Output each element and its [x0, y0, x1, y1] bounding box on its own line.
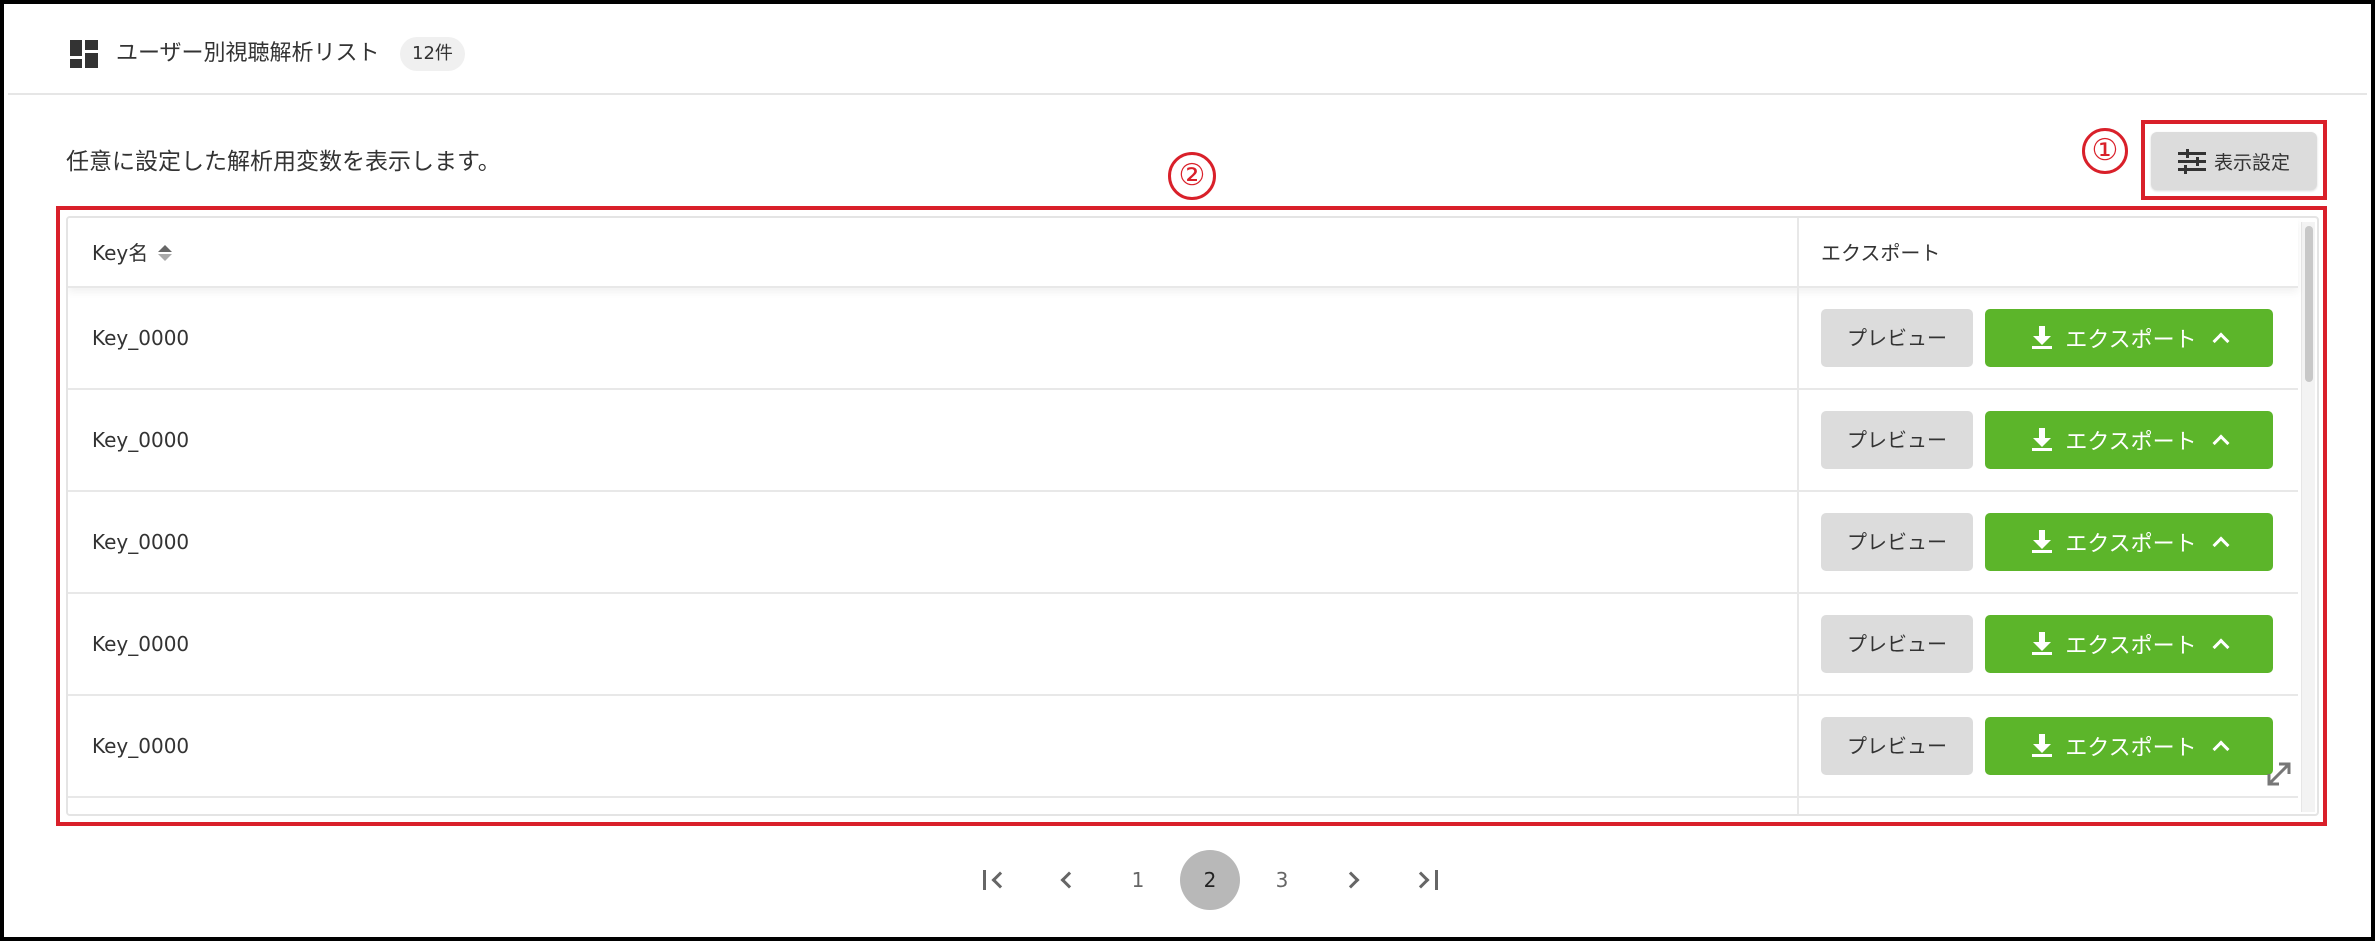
count-badge: 12件 — [400, 37, 465, 71]
annotation-marker-2: ② — [1168, 152, 1216, 200]
column-header-key-label: Key名 — [92, 241, 149, 265]
next-page-button[interactable] — [1324, 850, 1384, 910]
column-header-export: エクスポート — [1821, 241, 1941, 265]
sort-icon[interactable] — [158, 245, 173, 261]
expand-icon[interactable] — [2263, 758, 2295, 790]
page-button-2[interactable]: 2 — [1180, 850, 1240, 910]
chevron-left-icon — [1060, 871, 1078, 889]
table-header: Key名 エクスポート — [68, 218, 2298, 288]
dashboard-icon — [70, 40, 98, 68]
sliders-icon — [2177, 149, 2206, 174]
chevron-right-icon — [1342, 871, 1360, 889]
column-divider — [1797, 218, 1799, 814]
page-title: ユーザー別視聴解析リスト — [116, 41, 380, 66]
page-header: ユーザー別視聴解析リスト 12件 — [8, 8, 2367, 95]
first-page-button[interactable] — [964, 850, 1024, 910]
first-page-bar — [982, 870, 986, 890]
page-button-1[interactable]: 1 — [1108, 850, 1168, 910]
annotation-box-2 — [56, 206, 2327, 826]
last-page-bar — [1434, 870, 1438, 890]
previous-page-button[interactable] — [1036, 850, 1096, 910]
first-page-icon — [991, 871, 1008, 889]
page-button-3[interactable]: 3 — [1252, 850, 1312, 910]
last-page-button[interactable] — [1396, 850, 1456, 910]
page-description: 任意に設定した解析用変数を表示します。 — [66, 149, 501, 175]
pagination: 1 2 3 — [964, 850, 1468, 910]
column-header-key[interactable]: Key名 — [92, 218, 173, 288]
display-settings-button[interactable]: 表示設定 — [2151, 132, 2317, 190]
annotation-marker-1: ① — [2082, 128, 2128, 174]
display-settings-label: 表示設定 — [2213, 151, 2290, 174]
last-page-icon — [1412, 871, 1429, 889]
app-window: ユーザー別視聴解析リスト 12件 任意に設定した解析用変数を表示します。 ① 表… — [0, 0, 2375, 941]
